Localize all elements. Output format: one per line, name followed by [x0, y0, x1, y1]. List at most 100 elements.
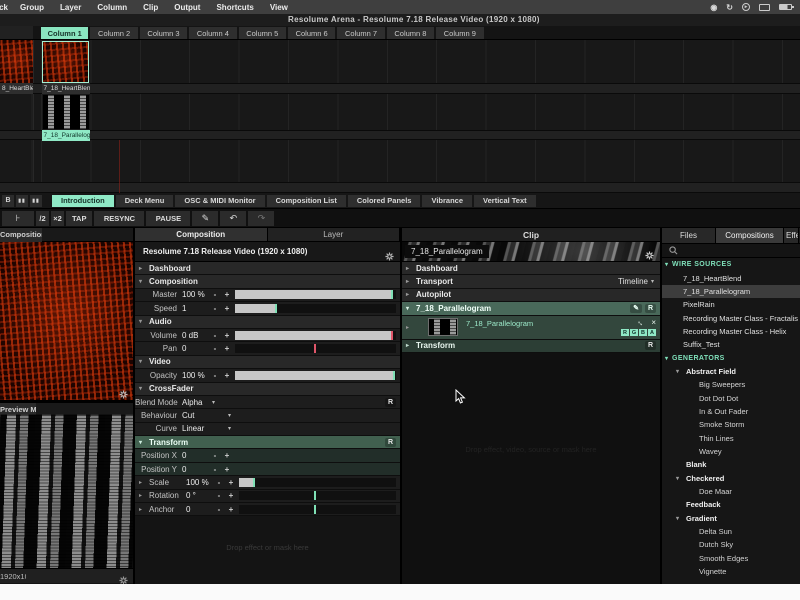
- browser-item[interactable]: Doe Maar: [662, 485, 800, 498]
- search-input[interactable]: [662, 244, 800, 258]
- menu-item[interactable]: Deck: [0, 0, 12, 14]
- expand-icon[interactable]: ▸: [135, 506, 149, 513]
- deck-tab[interactable]: Vertical Text: [474, 195, 536, 207]
- record-param-button[interactable]: R: [645, 304, 656, 313]
- clip-label[interactable]: 7_18_HeartBlend: [42, 83, 90, 94]
- volume-slider[interactable]: [235, 331, 396, 340]
- browser-item[interactable]: Dot Dot Dot: [662, 391, 800, 404]
- close-icon[interactable]: ×: [651, 318, 656, 327]
- browser-item[interactable]: ▾Gradient: [662, 512, 800, 525]
- clip-thumbnail[interactable]: [0, 40, 33, 83]
- undo-icon[interactable]: ↶: [220, 211, 246, 226]
- play-icon[interactable]: ▸: [742, 3, 750, 11]
- chevron-down-icon[interactable]: ▾: [212, 399, 215, 406]
- tab-effects[interactable]: Effects: [784, 228, 799, 243]
- channel-r-button[interactable]: R: [621, 329, 629, 336]
- increment-button[interactable]: +: [225, 491, 237, 500]
- timeline-dropdown[interactable]: Timeline: [618, 277, 648, 286]
- browser-item[interactable]: Smoke Storm: [662, 418, 800, 431]
- bpm-double-button[interactable]: ×2: [51, 211, 64, 226]
- tab-clip[interactable]: Clip: [402, 228, 660, 242]
- resize-icon[interactable]: ↔: [635, 317, 647, 329]
- channel-g-button[interactable]: G: [630, 329, 638, 336]
- clip-source-section[interactable]: ▾ 7_18_Parallelogram ✎ R: [402, 302, 660, 315]
- group-dashboard[interactable]: ▸Dashboard: [135, 262, 400, 275]
- record-param-button[interactable]: R: [385, 398, 396, 407]
- panel-divider[interactable]: [400, 228, 402, 584]
- menu-item[interactable]: Clip: [135, 0, 166, 14]
- menu-item[interactable]: Shortcuts: [208, 0, 261, 14]
- gear-icon[interactable]: [119, 572, 128, 584]
- opacity-slider[interactable]: [235, 371, 396, 380]
- browser-item[interactable]: ▾WIRE SOURCES: [662, 258, 800, 271]
- menu-item[interactable]: Column: [89, 0, 135, 14]
- param-value[interactable]: 0: [182, 451, 209, 460]
- deck-prev-button[interactable]: ▮▮: [16, 195, 28, 207]
- deck-tab[interactable]: Introduction: [52, 195, 114, 207]
- param-value[interactable]: 100 %: [182, 290, 209, 299]
- redo-icon[interactable]: ↷: [248, 211, 274, 226]
- increment-button[interactable]: +: [221, 465, 233, 474]
- increment-button[interactable]: +: [221, 451, 233, 460]
- group-video[interactable]: ▾Video: [135, 356, 400, 369]
- group-clip-transform[interactable]: ▸ Transform R: [402, 340, 660, 353]
- panel-divider[interactable]: [660, 228, 662, 584]
- decrement-button[interactable]: -: [209, 304, 221, 313]
- effect-drop-zone[interactable]: Drop effect or mask here: [135, 517, 400, 584]
- edit-pencil-icon[interactable]: ✎: [630, 304, 642, 313]
- composition-monitor-view[interactable]: [0, 242, 133, 400]
- deck-tab[interactable]: Composition List: [267, 195, 346, 207]
- beat-snap-button[interactable]: B: [2, 195, 14, 207]
- clip-label-active[interactable]: 7_18_Parallelogram: [42, 130, 90, 141]
- browser-item[interactable]: Dutch Sky: [662, 538, 800, 551]
- preview-monitor-view[interactable]: [0, 417, 133, 568]
- sync-icon[interactable]: ↻: [726, 3, 733, 12]
- decrement-button[interactable]: -: [209, 371, 221, 380]
- param-value[interactable]: 0: [182, 344, 209, 353]
- clip-source-row[interactable]: ▸ 7_18_Parallelogram ↔ × R G B A: [402, 316, 660, 340]
- tap-button[interactable]: TAP: [66, 211, 92, 226]
- bpm-half-button[interactable]: /2: [36, 211, 49, 226]
- deck-tab[interactable]: Vibrance: [422, 195, 472, 207]
- menu-item[interactable]: Group: [12, 0, 52, 14]
- clip-thumbnail[interactable]: [43, 95, 89, 129]
- browser-item[interactable]: ▾Checkered: [662, 472, 800, 485]
- param-value[interactable]: 0 dB: [182, 331, 209, 340]
- param-value[interactable]: 1: [182, 304, 209, 313]
- expand-icon[interactable]: ▸: [135, 479, 149, 486]
- column-button[interactable]: Column 1: [41, 27, 88, 39]
- curve-dropdown[interactable]: Linear: [182, 424, 228, 433]
- scale-slider[interactable]: [239, 478, 396, 487]
- clip-thumbnail-selected[interactable]: [42, 41, 89, 84]
- menu-item[interactable]: View: [262, 0, 296, 14]
- clip-label[interactable]: 8_HeartBlend: [0, 83, 33, 94]
- tab-files[interactable]: Files: [662, 228, 716, 243]
- behaviour-dropdown[interactable]: Cut: [182, 411, 228, 420]
- rotation-slider[interactable]: [239, 491, 396, 500]
- increment-button[interactable]: +: [225, 478, 237, 487]
- browser-item[interactable]: Recording Master Class - Helix: [662, 325, 800, 338]
- tab-composition[interactable]: Composition: [135, 228, 268, 241]
- decrement-button[interactable]: -: [213, 478, 225, 487]
- chevron-down-icon[interactable]: ▾: [228, 412, 231, 419]
- param-value[interactable]: 0: [182, 465, 209, 474]
- channel-b-button[interactable]: B: [639, 329, 647, 336]
- chevron-down-icon[interactable]: ▾: [228, 425, 231, 432]
- browser-item[interactable]: Smooth Edges: [662, 552, 800, 565]
- decrement-button[interactable]: -: [209, 290, 221, 299]
- browser-item[interactable]: Thin Lines: [662, 431, 800, 444]
- browser-item[interactable]: 7_18_Parallelogram: [662, 285, 800, 298]
- metronome-icon[interactable]: ⊦: [2, 211, 34, 226]
- column-button[interactable]: Column 8: [387, 27, 434, 39]
- expand-icon[interactable]: ▸: [402, 324, 416, 331]
- browser-item[interactable]: Recording Master Class - Fractalis: [662, 311, 800, 324]
- composition-monitor-tab[interactable]: Composition Monitor: [0, 228, 42, 242]
- deck-next-button[interactable]: ▮▮: [30, 195, 42, 207]
- column-button[interactable]: Column 2: [90, 27, 137, 39]
- browser-item[interactable]: Delta Sun: [662, 525, 800, 538]
- record-param-button[interactable]: R: [385, 438, 396, 447]
- decrement-button[interactable]: -: [209, 451, 221, 460]
- blend-mode-dropdown[interactable]: Alpha: [182, 398, 212, 407]
- increment-button[interactable]: +: [221, 331, 233, 340]
- decrement-button[interactable]: -: [209, 465, 221, 474]
